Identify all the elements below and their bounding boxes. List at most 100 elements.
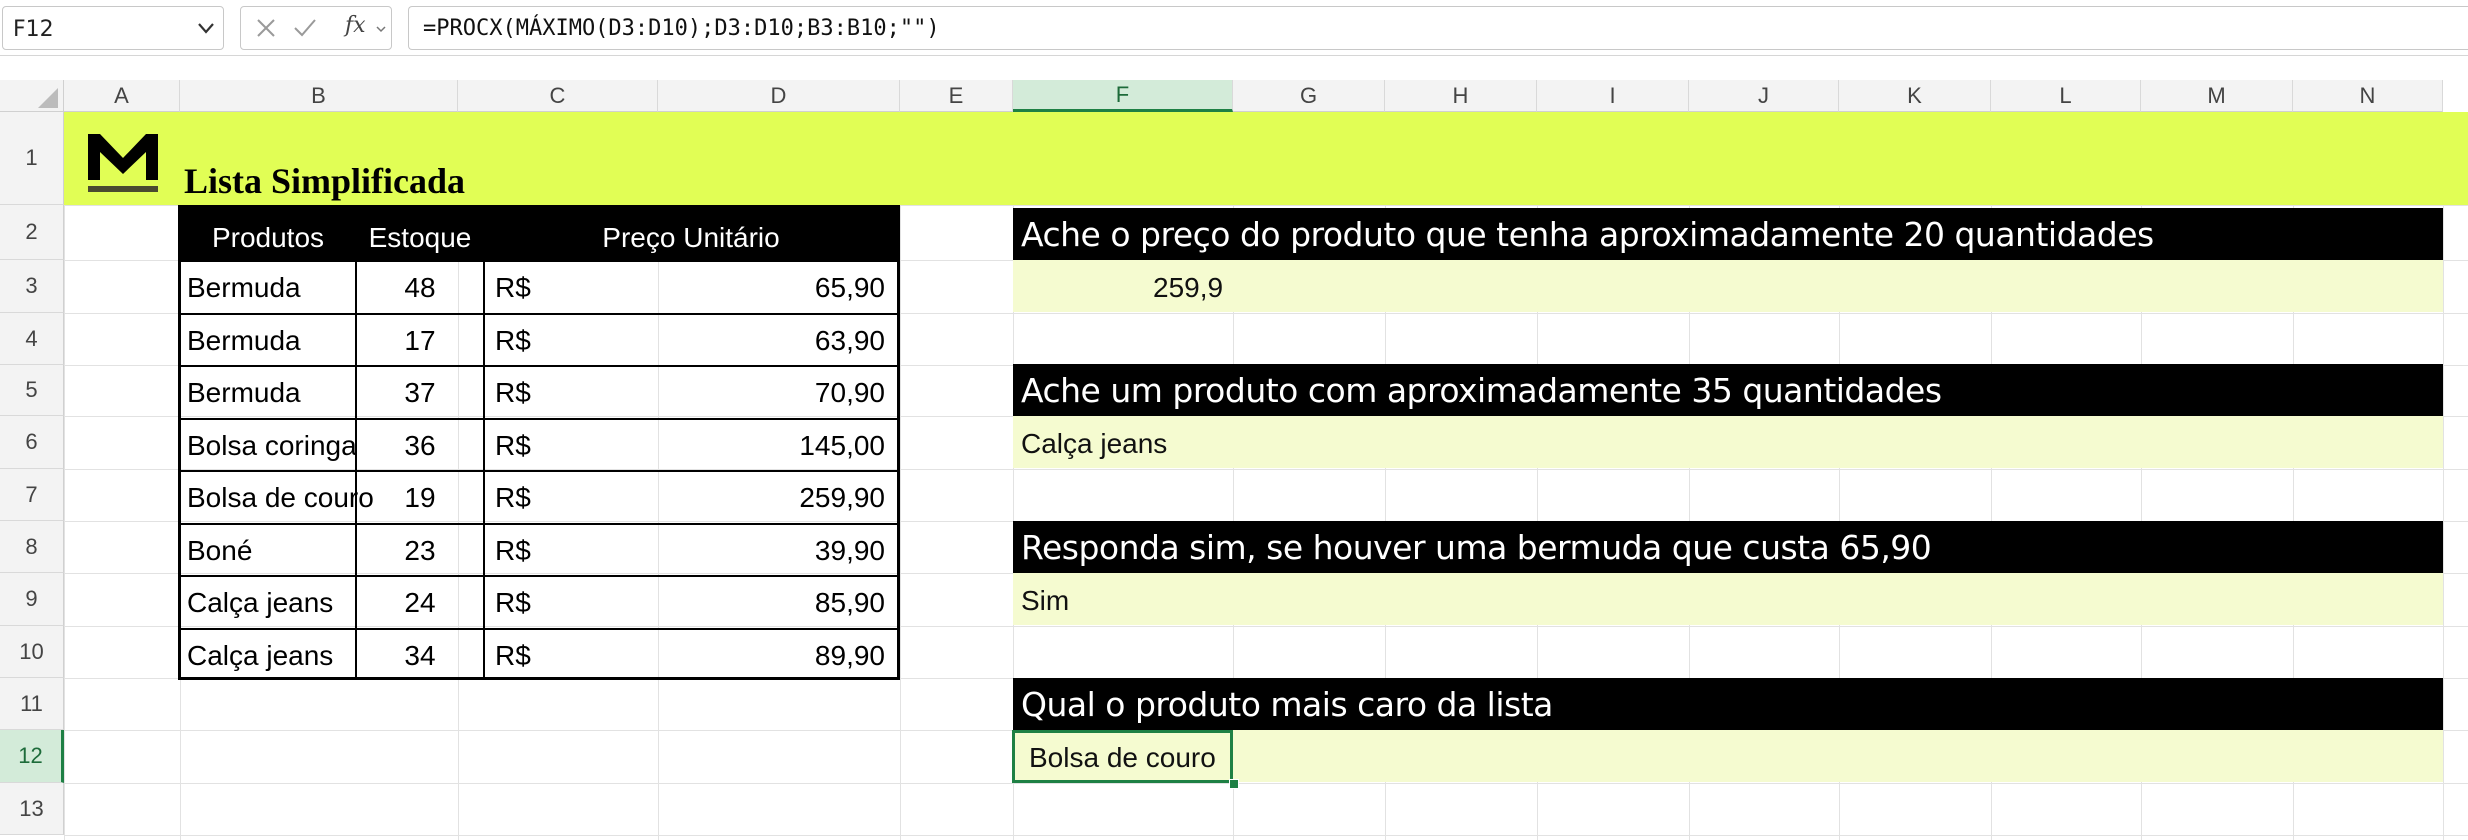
confirm-icon[interactable] — [291, 15, 319, 41]
row-header-12[interactable]: 12 — [0, 730, 64, 783]
row-header-6[interactable]: 6 — [0, 416, 64, 469]
question-2-answer-cell[interactable]: Calça jeans — [1013, 416, 2443, 468]
cell-produto[interactable]: Calça jeans — [187, 587, 333, 619]
table-row: Boné 23 R$ 39,90 — [181, 522, 897, 575]
insert-function-icon[interactable]: fx — [345, 13, 366, 38]
header-produtos: Produtos — [211, 222, 325, 253]
row-header-1[interactable]: 1 — [0, 112, 64, 205]
column-header-n[interactable]: N — [2293, 80, 2443, 112]
column-header-a[interactable]: A — [64, 80, 180, 112]
select-all-triangle-icon — [38, 88, 58, 108]
question-3-answer-cell[interactable]: Sim — [1013, 573, 2443, 625]
question-text: Qual o produto mais caro da lista — [1021, 685, 1553, 724]
column-header-m[interactable]: M — [2141, 80, 2293, 112]
fill-handle[interactable] — [1229, 779, 1239, 789]
column-header-c[interactable]: C — [458, 80, 658, 112]
cell-produto[interactable]: Calça jeans — [187, 640, 333, 672]
cell-preco[interactable]: 70,90 — [681, 377, 885, 409]
row-header-13[interactable]: 13 — [0, 783, 64, 835]
answer-text: Calça jeans — [1021, 428, 1168, 459]
column-header-l[interactable]: L — [1991, 80, 2141, 112]
cell-moeda: R$ — [495, 272, 531, 303]
question-1-answer-cell[interactable]: 259,9 — [1013, 260, 2443, 312]
column-header-e[interactable]: E — [900, 80, 1013, 112]
cell-produto[interactable]: Bolsa de couro — [187, 482, 374, 514]
header-preco: Preço Unitário — [602, 222, 780, 253]
table-row: Calça jeans 34 R$ 89,90 — [181, 627, 897, 680]
cell-estoque[interactable]: 36 — [357, 430, 483, 462]
formula-input[interactable]: =PROCX(MÁXIMO(D3:D10);D3:D10;B3:B10;"") — [408, 6, 2468, 50]
cell-produto[interactable]: Bermuda — [187, 325, 301, 357]
cell-preco[interactable]: 39,90 — [681, 535, 885, 567]
table-row: Bolsa coringa 36 R$ 145,00 — [181, 417, 897, 470]
cell-preco[interactable]: 89,90 — [681, 640, 885, 672]
row-header-9[interactable]: 9 — [0, 573, 64, 626]
question-2-header: Ache um produto com aproximadamente 35 q… — [1013, 364, 2443, 416]
question-4-header: Qual o produto mais caro da lista — [1013, 678, 2443, 730]
answer-text: 259,9 — [1153, 272, 1224, 303]
table-row: Bolsa de couro 19 R$ 259,90 — [181, 470, 897, 522]
question-text: Ache um produto com aproximadamente 35 q… — [1021, 371, 1942, 410]
row-header-10[interactable]: 10 — [0, 626, 64, 678]
active-cell-selection[interactable] — [1012, 730, 1233, 783]
column-header-j[interactable]: J — [1689, 80, 1839, 112]
cancel-icon[interactable] — [253, 15, 279, 41]
name-box-value: F12 — [13, 17, 54, 42]
cell-produto[interactable]: Bermuda — [187, 377, 301, 409]
cell-estoque[interactable]: 24 — [357, 587, 483, 619]
cell-produto[interactable]: Bolsa coringa — [187, 430, 357, 462]
question-text: Responda sim, se houver uma bermuda que … — [1021, 528, 1932, 567]
cell-moeda: R$ — [495, 324, 531, 356]
cell-estoque[interactable]: 23 — [357, 535, 483, 567]
row-header-5[interactable]: 5 — [0, 365, 64, 416]
table-row: Calça jeans 24 R$ 85,90 — [181, 575, 897, 627]
table-row: Bermuda 17 R$ 63,90 — [181, 312, 897, 365]
formula-text: =PROCX(MÁXIMO(D3:D10);D3:D10;B3:B10;"") — [423, 16, 940, 41]
column-header-i[interactable]: I — [1537, 80, 1689, 112]
gridline — [64, 783, 2468, 784]
brand-logo-icon — [88, 134, 158, 192]
column-header-h[interactable]: H — [1385, 80, 1537, 112]
cell-estoque[interactable]: 17 — [357, 325, 483, 357]
row-header-3[interactable]: 3 — [0, 260, 64, 313]
column-header-b[interactable]: B — [180, 80, 458, 112]
chevron-down-icon[interactable] — [195, 15, 217, 41]
cell-produto[interactable]: Bermuda — [187, 272, 301, 304]
answer-text: Sim — [1021, 585, 1070, 616]
row-header-11[interactable]: 11 — [0, 678, 64, 730]
row-header-4[interactable]: 4 — [0, 313, 64, 365]
row-header-8[interactable]: 8 — [0, 521, 64, 573]
cell-estoque[interactable]: 19 — [357, 482, 483, 514]
column-header-d[interactable]: D — [658, 80, 900, 112]
cell-preco[interactable]: 85,90 — [681, 587, 885, 619]
chevron-down-icon[interactable] — [375, 23, 387, 35]
gridline — [64, 835, 2468, 836]
cell-moeda: R$ — [495, 639, 531, 671]
cell-moeda: R$ — [495, 534, 531, 566]
select-all-button[interactable] — [0, 80, 64, 112]
cell-estoque[interactable]: 34 — [357, 640, 483, 672]
column-header-f[interactable]: F — [1013, 80, 1233, 112]
cell-preco[interactable]: 65,90 — [681, 272, 885, 304]
product-table: Produtos Estoque Preço Unitário Bermuda 4… — [178, 205, 900, 680]
cell-moeda: R$ — [495, 587, 531, 618]
question-1-header: Ache o preço do produto que tenha aproxi… — [1013, 208, 2443, 260]
table-header-row: Produtos Estoque Preço Unitário — [181, 208, 897, 260]
table-row: Bermuda 37 R$ 70,90 — [181, 365, 897, 417]
question-3-header: Responda sim, se houver uma bermuda que … — [1013, 521, 2443, 573]
table-row: Bermuda 48 R$ 65,90 — [181, 260, 897, 312]
cell-preco[interactable]: 145,00 — [681, 430, 885, 462]
cell-produto[interactable]: Boné — [187, 535, 252, 567]
row-header-2[interactable]: 2 — [0, 205, 64, 260]
cell-preco[interactable]: 259,90 — [681, 482, 885, 514]
row-header-7[interactable]: 7 — [0, 469, 64, 521]
cell-preco[interactable]: 63,90 — [681, 325, 885, 357]
cell-estoque[interactable]: 37 — [357, 377, 483, 409]
formula-buttons: fx — [240, 6, 392, 50]
column-header-k[interactable]: K — [1839, 80, 1991, 112]
cell-estoque[interactable]: 48 — [357, 272, 483, 304]
header-estoque: Estoque — [368, 222, 472, 253]
name-box[interactable]: F12 — [2, 6, 224, 50]
column-header-g[interactable]: G — [1233, 80, 1385, 112]
page-title: Lista Simplificada — [184, 161, 466, 201]
